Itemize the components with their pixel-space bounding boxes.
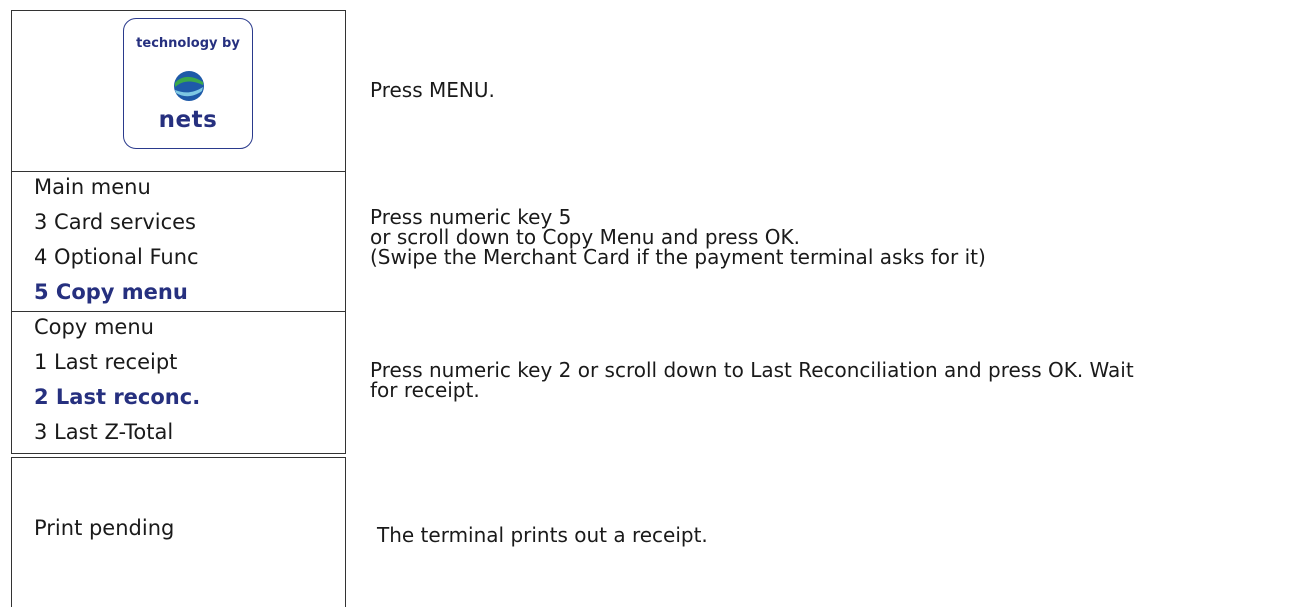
menu-item-optional-func: 4 Optional Func (34, 245, 199, 269)
nets-logo-icon (174, 71, 204, 101)
instruction-step-4: The terminal prints out a receipt. (377, 525, 708, 545)
menu-item-last-reconc-selected: 2 Last reconc. (34, 385, 201, 409)
instruction-text: The terminal prints out a receipt. (377, 523, 708, 547)
terminal-screen-main-menu: Main menu 3 Card services 4 Optional Fun… (11, 171, 346, 312)
instruction-line: Press numeric key 2 or scroll down to La… (370, 358, 1134, 382)
instruction-text: Press MENU. (370, 78, 495, 102)
instruction-line: (Swipe the Merchant Card if the payment … (370, 245, 986, 269)
menu-item-copy-menu-selected: 5 Copy menu (34, 280, 188, 304)
instruction-step-1: Press MENU. (370, 80, 495, 100)
instruction-step-3: Press numeric key 2 or scroll down to La… (370, 360, 1290, 400)
menu-list: Main menu 3 Card services 4 Optional Fun… (34, 170, 345, 310)
menu-title: Main menu (34, 175, 151, 199)
instruction-line: or scroll down to Copy Menu and press OK… (370, 225, 801, 249)
logo-wordmark: nets (158, 107, 218, 133)
instruction-line: Press numeric key 5 (370, 205, 572, 229)
status-text: Print pending (34, 516, 175, 540)
terminal-screen-logo: technology by nets (11, 10, 346, 172)
instruction-step-2: Press numeric key 5 or scroll down to Co… (370, 207, 986, 267)
instruction-line: for receipt. (370, 378, 480, 402)
terminal-screen-print-pending: Print pending (11, 457, 346, 607)
menu-list: Copy menu 1 Last receipt 2 Last reconc. … (34, 310, 345, 450)
logo-caption: technology by (136, 36, 240, 51)
menu-item-last-z-total: 3 Last Z-Total (34, 420, 174, 444)
menu-item-last-receipt: 1 Last receipt (34, 350, 178, 374)
terminal-screen-copy-menu: Copy menu 1 Last receipt 2 Last reconc. … (11, 311, 346, 454)
menu-item-card-services: 3 Card services (34, 210, 197, 234)
menu-title: Copy menu (34, 315, 154, 339)
nets-logo: technology by nets (123, 18, 253, 149)
